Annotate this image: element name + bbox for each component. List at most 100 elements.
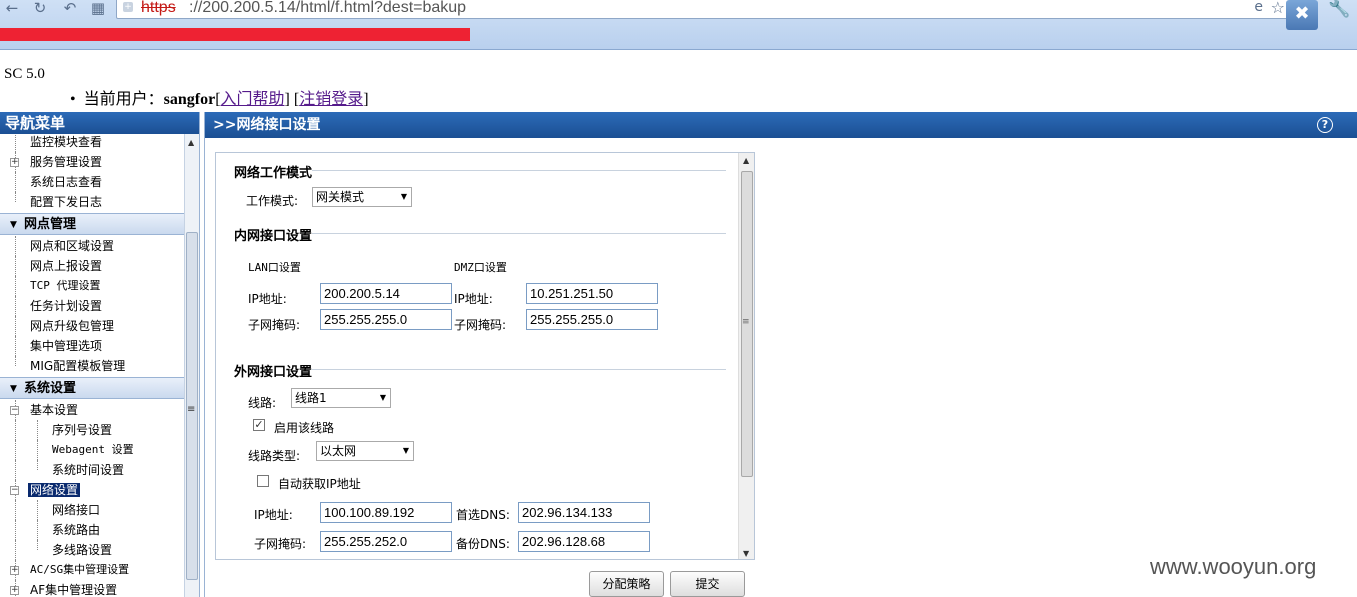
wrench-icon[interactable]: 🔧 bbox=[1328, 0, 1350, 19]
auto-ip-label: 自动获取IP地址 bbox=[278, 477, 361, 491]
expand-icon[interactable]: + bbox=[10, 586, 19, 595]
grip-icon: ≡ bbox=[742, 317, 750, 327]
enable-line-checkbox[interactable]: ✓ bbox=[253, 419, 265, 431]
nav-item-af[interactable]: + AF集中管理设置 bbox=[0, 580, 184, 597]
gateway-input[interactable] bbox=[320, 559, 452, 560]
nav-item-branch-report[interactable]: 网点上报设置 bbox=[0, 256, 184, 276]
bullet: • bbox=[70, 91, 76, 108]
wan-ip-label: IP地址: bbox=[254, 508, 293, 522]
dmz-title: DMZ口设置 bbox=[454, 261, 507, 274]
collapse-icon[interactable]: − bbox=[10, 486, 19, 495]
nav-item-webagent[interactable]: Webagent 设置 bbox=[0, 440, 184, 460]
expand-icon[interactable]: + bbox=[10, 158, 19, 167]
scroll-down-icon[interactable]: ▼ bbox=[743, 549, 749, 558]
nav-section-system[interactable]: ▼ 系统设置 bbox=[0, 377, 184, 399]
section-wan: 外网接口设置 bbox=[234, 365, 313, 380]
scroll-up-icon[interactable]: ▲ bbox=[188, 138, 194, 147]
nav-item-branch-area[interactable]: 网点和区域设置 bbox=[0, 236, 184, 256]
lan-mask-input[interactable]: 255.255.255.0 bbox=[320, 309, 452, 330]
line-select[interactable]: 线路1 ▼ bbox=[291, 388, 391, 408]
dmz-ip-input[interactable]: 10.251.251.50 bbox=[526, 283, 658, 304]
section-lan: 内网接口设置 bbox=[234, 229, 313, 244]
browser-toolbar: ← ↻ ↶ ▦ + https ://200.200.5.14/html/f.h… bbox=[0, 0, 1357, 50]
scroll-up-icon[interactable]: ▲ bbox=[743, 156, 749, 165]
nav-item-central-options[interactable]: 集中管理选项 bbox=[0, 336, 184, 356]
back-icon[interactable]: ← bbox=[2, 0, 22, 18]
nav-item-serial[interactable]: 序列号设置 bbox=[0, 420, 184, 440]
panel-title: >>网络接口设置 bbox=[205, 112, 1357, 138]
redacted-bookmarks-bar bbox=[0, 28, 470, 41]
nav-menu: 导航菜单 监控模块查看 + 服务管理设置 系统日志查看 配置下发日志 ▼ 网点管… bbox=[0, 112, 200, 597]
nav-list: 监控模块查看 + 服务管理设置 系统日志查看 配置下发日志 ▼ 网点管理 网点和… bbox=[0, 134, 184, 597]
line-type-label: 线路类型: bbox=[248, 449, 301, 463]
dns1-input[interactable]: 202.96.134.133 bbox=[518, 502, 650, 523]
line-label: 线路: bbox=[248, 396, 277, 410]
nav-item-task-plan[interactable]: 任务计划设置 bbox=[0, 296, 184, 316]
url-text: ://200.200.5.14/html/f.html?dest=bakup bbox=[189, 0, 467, 16]
nav-item-monitor[interactable]: 监控模块查看 bbox=[0, 134, 184, 152]
nav-item-syslog[interactable]: 系统日志查看 bbox=[0, 172, 184, 192]
lan-title: LAN口设置 bbox=[248, 261, 301, 274]
lan-ip-label: IP地址: bbox=[248, 292, 287, 306]
extension-icon[interactable]: ✖ bbox=[1286, 0, 1318, 30]
ie-icon[interactable]: e bbox=[1254, 0, 1263, 15]
chevron-down-icon: ▼ bbox=[400, 192, 407, 201]
help-icon[interactable]: ? bbox=[1317, 117, 1333, 133]
submit-button[interactable]: 提交 bbox=[670, 571, 745, 597]
logout-link[interactable]: 注销登录 bbox=[299, 91, 363, 108]
main-panel: >>网络接口设置 ? 网络工作模式 工作模式: 网关模式 ▼ 内网接口设置 LAN… bbox=[204, 112, 1357, 597]
expand-icon[interactable]: + bbox=[10, 566, 19, 575]
collapse-icon[interactable]: − bbox=[10, 406, 19, 415]
line-type-select[interactable]: 以太网 ▼ bbox=[316, 441, 414, 461]
nav-item-network[interactable]: − 网络设置 bbox=[0, 480, 184, 500]
user-info: • 当前用户：sangfor[入门帮助] [注销登录] bbox=[70, 91, 369, 108]
auto-ip-checkbox[interactable] bbox=[257, 475, 269, 487]
work-mode-select[interactable]: 网关模式 ▼ bbox=[312, 187, 412, 207]
collapse-icon: ▼ bbox=[10, 384, 17, 394]
lan-ip-input[interactable]: 200.200.5.14 bbox=[320, 283, 452, 304]
network-interface-form: 网络工作模式 工作模式: 网关模式 ▼ 内网接口设置 LAN口设置 DMZ口设置 … bbox=[215, 152, 755, 560]
chevron-down-icon: ▼ bbox=[379, 393, 386, 402]
watermark: www.wooyun.org bbox=[1150, 554, 1317, 579]
divider bbox=[312, 170, 726, 171]
assign-policy-button[interactable]: 分配策略 bbox=[589, 571, 664, 597]
divider bbox=[312, 369, 726, 370]
divider bbox=[312, 233, 726, 234]
help-link[interactable]: 入门帮助 bbox=[221, 91, 285, 108]
collapse-icon: ▼ bbox=[10, 220, 17, 230]
address-bar[interactable]: + https ://200.200.5.14/html/f.html?dest… bbox=[116, 0, 1292, 19]
wan-mask-input[interactable]: 255.255.252.0 bbox=[320, 531, 452, 552]
dmz-mask-input[interactable]: 255.255.255.0 bbox=[526, 309, 658, 330]
page-icon: + bbox=[123, 2, 133, 12]
app-version: SC 5.0 bbox=[4, 66, 45, 82]
form-scrollbar[interactable]: ▲ ≡ ▼ bbox=[738, 153, 754, 559]
nav-item-mig-template[interactable]: MIG配置模板管理 bbox=[0, 356, 184, 376]
nav-item-acsg[interactable]: + AC/SG集中管理设置 bbox=[0, 560, 184, 580]
section-work-mode: 网络工作模式 bbox=[234, 166, 313, 181]
lan-mask-label: 子网掩码: bbox=[248, 318, 301, 332]
work-mode-label: 工作模式: bbox=[246, 194, 299, 208]
reload-icon[interactable]: ↻ bbox=[30, 0, 50, 18]
nav-item-tcp-proxy[interactable]: TCP 代理设置 bbox=[0, 276, 184, 296]
nav-item-upgrade-pkg[interactable]: 网点升级包管理 bbox=[0, 316, 184, 336]
dmz-mask-label: 子网掩码: bbox=[454, 318, 507, 332]
nav-item-systime[interactable]: 系统时间设置 bbox=[0, 460, 184, 480]
nav-section-branch[interactable]: ▼ 网点管理 bbox=[0, 213, 184, 235]
chevron-down-icon: ▼ bbox=[402, 446, 409, 455]
star-icon[interactable]: ☆ bbox=[1271, 0, 1285, 17]
grid-icon[interactable]: ▦ bbox=[88, 0, 108, 18]
nav-item-sys-route[interactable]: 系统路由 bbox=[0, 520, 184, 540]
dns2-input[interactable]: 202.96.128.68 bbox=[518, 531, 650, 552]
nav-item-config-log[interactable]: 配置下发日志 bbox=[0, 192, 184, 212]
dmz-ip-label: IP地址: bbox=[454, 292, 493, 306]
wan-ip-input[interactable]: 100.100.89.192 bbox=[320, 502, 452, 523]
nav-item-service[interactable]: + 服务管理设置 bbox=[0, 152, 184, 172]
user-prefix: 当前用户： bbox=[83, 91, 164, 108]
wan-mask-label: 子网掩码: bbox=[254, 537, 307, 551]
undo-icon[interactable]: ↶ bbox=[60, 0, 80, 18]
nav-item-multiline[interactable]: 多线路设置 bbox=[0, 540, 184, 560]
nav-item-net-iface[interactable]: 网络接口 bbox=[0, 500, 184, 520]
nav-item-basic[interactable]: − 基本设置 bbox=[0, 400, 184, 420]
grip-icon: ≡ bbox=[187, 404, 196, 415]
nav-scrollbar[interactable]: ▲ ≡ bbox=[184, 134, 199, 597]
